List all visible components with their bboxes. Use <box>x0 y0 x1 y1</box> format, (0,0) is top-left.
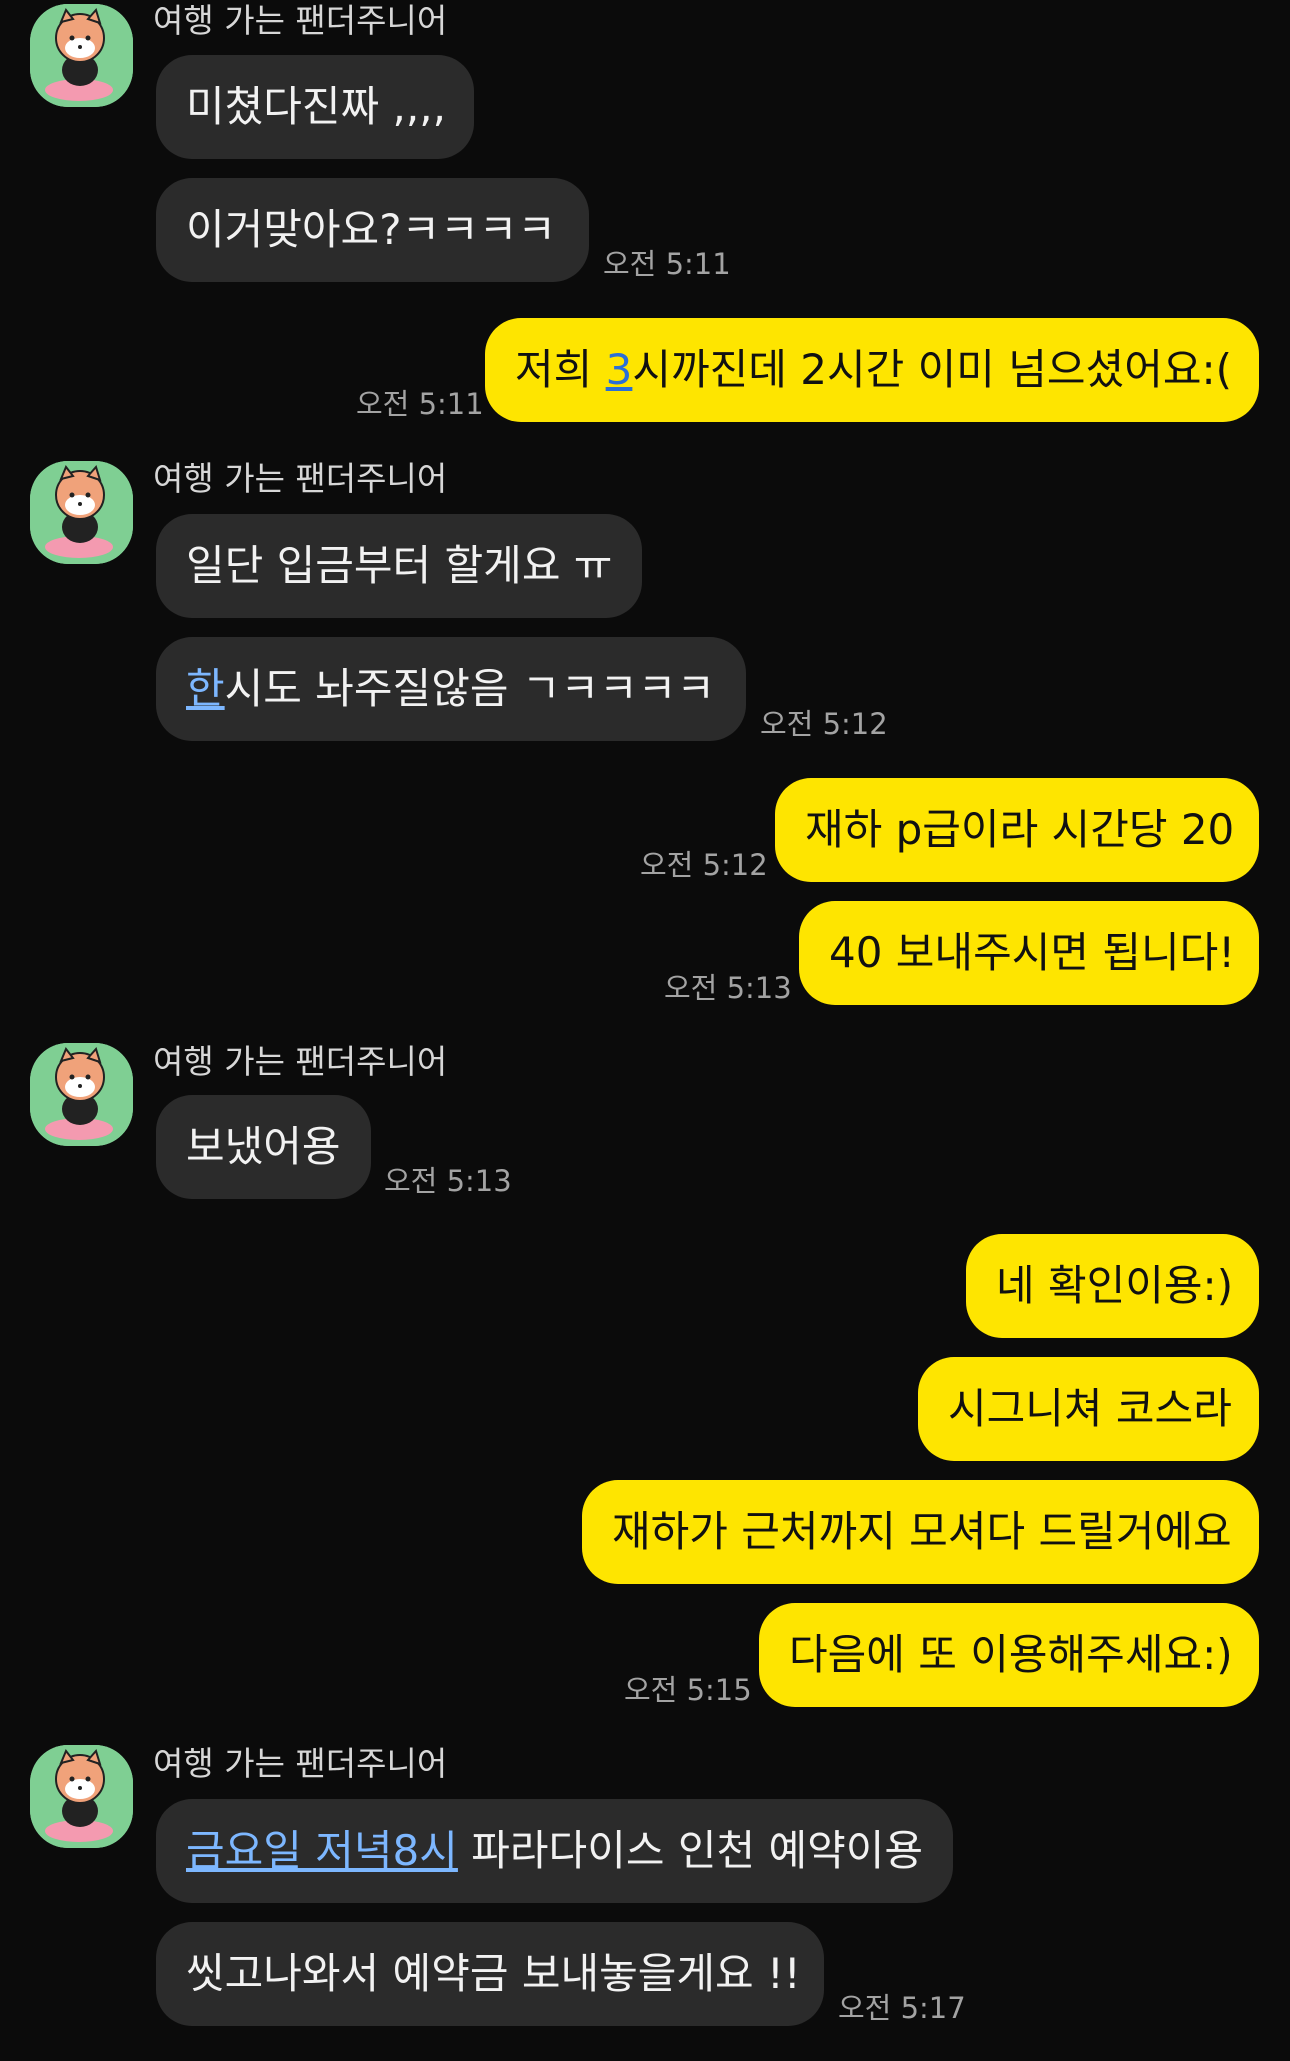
message-link[interactable]: 3 <box>606 345 633 394</box>
message-bubble[interactable]: 이거맞아요?ㅋㅋㅋㅋ <box>156 178 589 282</box>
message-bubble[interactable]: 40 보내주시면 됩니다! <box>799 901 1259 1005</box>
message-time: 오전 5:13 <box>664 971 792 1005</box>
message-time: 오전 5:13 <box>384 1164 512 1198</box>
message-bubble[interactable]: 한시도 놔주질않음 ㄱㅋㅋㅋㅋ <box>156 637 746 741</box>
avatar[interactable] <box>30 4 133 107</box>
avatar[interactable] <box>30 461 133 564</box>
message-time: 오전 5:11 <box>356 387 484 421</box>
message-text: 씻고나와서 예약금 보내놓을게요 !! <box>186 1949 801 1998</box>
message-time: 오전 5:15 <box>624 1673 752 1707</box>
message-bubble[interactable]: 저희 3시까진데 2시간 이미 넘으셨어요:( <box>485 318 1259 422</box>
panda-avatar-icon <box>30 1745 133 1848</box>
message-time: 오전 5:12 <box>640 848 768 882</box>
message-bubble[interactable]: 일단 입금부터 할게요 ㅠ <box>156 514 642 618</box>
avatar[interactable] <box>30 1043 133 1146</box>
panda-avatar-icon <box>30 461 133 564</box>
message-text: 미쳤다진짜 ,,,, <box>186 82 446 131</box>
message-bubble[interactable]: 씻고나와서 예약금 보내놓을게요 !! <box>156 1922 824 2026</box>
message-bubble[interactable]: 재하가 근처까지 모셔다 드릴거에요 <box>582 1480 1259 1584</box>
message-bubble[interactable]: 재하 p급이라 시간당 20 <box>775 778 1259 882</box>
avatar[interactable] <box>30 1745 133 1848</box>
panda-avatar-icon <box>30 4 133 107</box>
message-text: 이거맞아요?ㅋㅋㅋㅋ <box>186 205 557 254</box>
message-text: 다음에 또 이용해주세요:) <box>789 1630 1233 1679</box>
message-text: 일단 입금부터 할게요 ㅠ <box>186 541 613 590</box>
message-bubble[interactable]: 금요일 저녁8시 파라다이스 인천 예약이용 <box>156 1799 953 1903</box>
message-bubble[interactable]: 미쳤다진짜 ,,,, <box>156 55 474 159</box>
message-link[interactable]: 한 <box>186 664 225 713</box>
message-text: 파라다이스 인천 예약이용 <box>457 1826 924 1875</box>
message-time: 오전 5:12 <box>760 707 888 741</box>
message-time: 오전 5:11 <box>603 247 731 281</box>
message-text: 시그니쳐 코스라 <box>948 1384 1232 1433</box>
message-prefix: 저희 <box>515 345 606 394</box>
message-text: 시까진데 2시간 이미 넘으셨어요:( <box>632 345 1233 394</box>
message-text: 재하 p급이라 시간당 20 <box>805 805 1235 854</box>
message-time: 오전 5:17 <box>838 1991 966 2025</box>
panda-avatar-icon <box>30 1043 133 1146</box>
message-bubble[interactable]: 다음에 또 이용해주세요:) <box>759 1603 1259 1707</box>
message-bubble[interactable]: 보냈어용 <box>156 1095 371 1199</box>
message-text: 보냈어용 <box>186 1122 341 1171</box>
message-text: 40 보내주시면 됩니다! <box>829 928 1236 977</box>
message-text: 네 확인이용:) <box>996 1261 1234 1310</box>
message-text: 시도 놔주질않음 ㄱㅋㅋㅋㅋ <box>224 664 716 713</box>
sender-name: 여행 가는 팬더주니어 <box>153 459 448 498</box>
sender-name: 여행 가는 팬더주니어 <box>153 1042 448 1081</box>
message-link[interactable]: 금요일 저녁8시 <box>186 1826 458 1875</box>
message-bubble[interactable]: 네 확인이용:) <box>966 1234 1259 1338</box>
message-text: 재하가 근처까지 모셔다 드릴거에요 <box>612 1507 1232 1556</box>
message-bubble[interactable]: 시그니쳐 코스라 <box>918 1357 1259 1461</box>
sender-name: 여행 가는 팬더주니어 <box>153 1744 448 1783</box>
sender-name: 여행 가는 팬더주니어 <box>153 1 448 40</box>
